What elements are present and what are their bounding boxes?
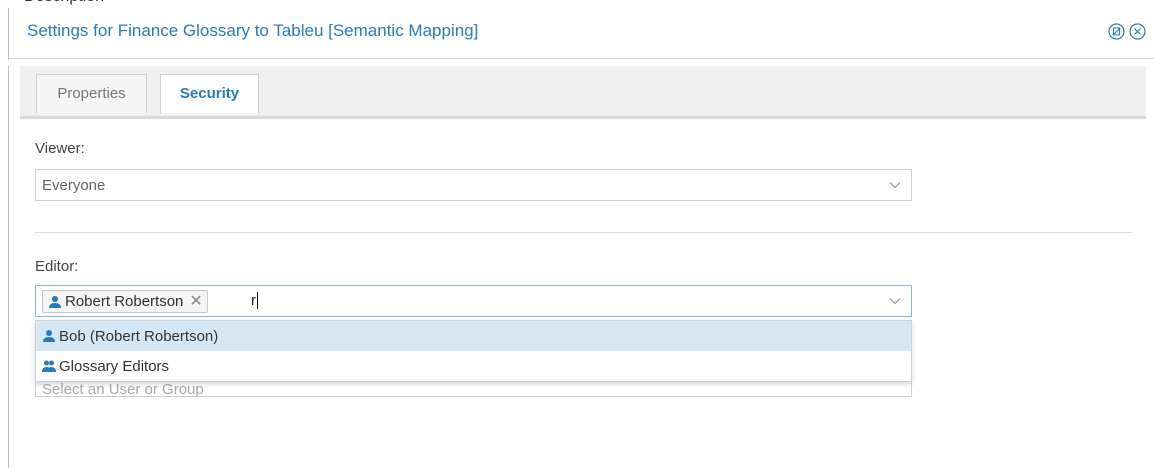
option-bob[interactable]: Bob (Robert Robertson) [36, 321, 911, 351]
tab-strip: Properties Security [20, 66, 1146, 119]
group-icon [42, 360, 56, 372]
clipped-top-text: Description [0, 0, 130, 8]
editor-search-input[interactable]: r [251, 292, 258, 309]
viewer-select[interactable]: Everyone [35, 169, 912, 201]
user-icon [49, 295, 61, 308]
third-select[interactable]: Select an User or Group [35, 381, 912, 398]
user-icon [43, 330, 55, 342]
editor-multiselect[interactable]: Robert Robertson ✕ r [35, 285, 912, 317]
tab-properties[interactable]: Properties [36, 74, 147, 113]
left-border [8, 66, 9, 468]
dialog-title-bar: Settings for Finance Glossary to Tableu … [9, 8, 1154, 59]
tab-security[interactable]: Security [160, 74, 259, 113]
viewer-label: Viewer: [35, 140, 85, 157]
remove-tag-icon[interactable]: ✕ [189, 293, 202, 310]
dialog-title: Settings for Finance Glossary to Tableu … [27, 21, 479, 40]
section-divider [35, 232, 1132, 233]
selected-user-tag: Robert Robertson ✕ [42, 290, 208, 313]
close-icon[interactable] [1129, 23, 1146, 40]
third-select-placeholder: Select an User or Group [42, 381, 204, 398]
chevron-down-icon [889, 298, 901, 305]
option-label: Glossary Editors [59, 357, 170, 375]
chevron-down-icon [889, 182, 901, 189]
editor-label: Editor: [35, 258, 79, 275]
option-glossary-editors[interactable]: Glossary Editors [36, 351, 911, 381]
selected-user-name: Robert Robertson [65, 293, 184, 310]
viewer-value: Everyone [42, 177, 106, 194]
option-label: Bob (Robert Robertson) [59, 327, 219, 345]
title-actions [1108, 23, 1146, 40]
editor-options-dropdown: Bob (Robert Robertson) Glossary Editors [35, 320, 912, 382]
pin-icon[interactable] [1108, 23, 1125, 40]
